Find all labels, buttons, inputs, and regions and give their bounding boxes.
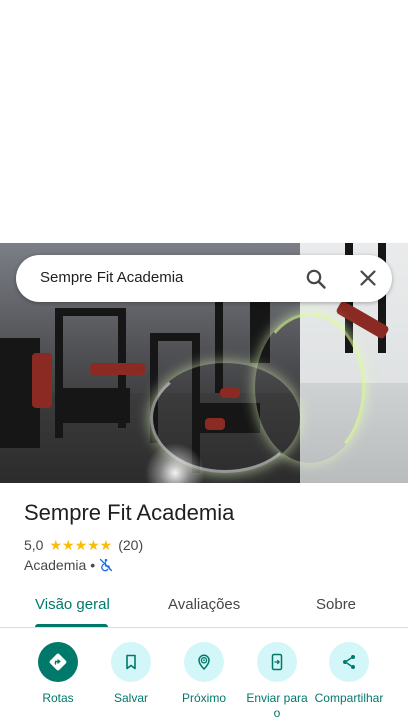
rating-row[interactable]: 5,0 ★★★★★ (20) (24, 536, 143, 554)
review-count: (20) (118, 537, 144, 553)
send-to-phone-icon (271, 653, 283, 671)
directions-icon (49, 653, 67, 671)
place-title: Sempre Fit Academia (24, 500, 235, 525)
photo-machine (60, 388, 130, 423)
nearby-button-circle[interactable] (184, 642, 224, 682)
share-button-circle[interactable] (329, 642, 369, 682)
photo-machine (55, 308, 125, 316)
category-row: Academia • (24, 556, 113, 574)
bookmark-icon (126, 654, 136, 670)
tab-overview[interactable]: Visão geral (35, 596, 110, 613)
share-icon (343, 655, 355, 669)
nearby-icon (198, 654, 210, 671)
directions-button[interactable]: Rotas (18, 642, 98, 706)
tab-bar: Visão geral Avaliações Sobre (0, 582, 408, 628)
send-to-phone-button-circle[interactable] (257, 642, 297, 682)
rating-stars: ★★★★★ (49, 536, 113, 553)
save-label: Salvar (113, 691, 148, 705)
no-wheelchair-access-icon (100, 558, 113, 572)
photo-seat (90, 363, 145, 375)
action-buttons: Rotas Salvar Próximo Enviar para o Compa… (0, 640, 408, 726)
separator-dot: • (90, 557, 96, 573)
close-icon[interactable] (356, 266, 380, 290)
search-icon[interactable] (304, 267, 328, 291)
send-to-phone-button[interactable]: Enviar para o (237, 642, 317, 721)
search-bar[interactable]: Sempre Fit Academia (16, 255, 392, 302)
share-label: Compartilhar (314, 691, 384, 705)
place-category: Academia (24, 557, 87, 573)
save-button-circle[interactable] (111, 642, 151, 682)
nearby-button[interactable]: Próximo (164, 642, 244, 706)
share-button[interactable]: Compartilhar (309, 642, 389, 706)
rating-value: 5,0 (24, 537, 44, 553)
send-to-phone-label: Enviar para o (246, 691, 308, 720)
search-input[interactable]: Sempre Fit Academia (40, 269, 183, 286)
active-tab-indicator (35, 624, 108, 627)
save-button[interactable]: Salvar (91, 642, 171, 706)
photo-seat (32, 353, 52, 408)
directions-label: Rotas (42, 691, 74, 705)
tab-about[interactable]: Sobre (316, 596, 356, 613)
map-area-blank (0, 0, 408, 243)
tab-reviews[interactable]: Avaliações (168, 596, 240, 613)
nearby-label: Próximo (181, 691, 226, 705)
directions-button-circle[interactable] (38, 642, 78, 682)
